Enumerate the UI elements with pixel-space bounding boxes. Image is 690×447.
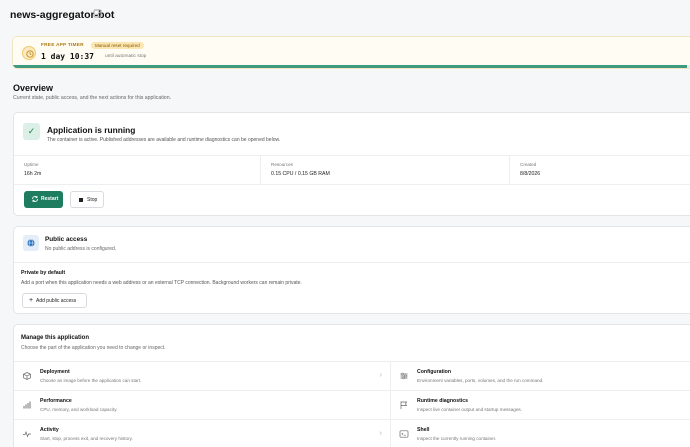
- timer-value: 1 day 10:37: [41, 52, 94, 61]
- private-title: Private by default: [21, 270, 66, 276]
- globe-icon: [23, 235, 39, 251]
- add-public-access-button[interactable]: + Add public access: [22, 293, 87, 308]
- stop-label: Stop: [87, 197, 98, 203]
- manage-item-title: Deployment: [40, 369, 70, 375]
- metric-value: 0.15 CPU / 0.15 GB RAM: [271, 171, 330, 177]
- activity-icon: [23, 430, 31, 438]
- manage-item-performance[interactable]: Performance CPU, memory, and workload ca…: [14, 391, 390, 420]
- status-card: ✓ Application is running The container i…: [13, 112, 690, 216]
- restart-icon: [32, 196, 38, 202]
- metric-created: Created 8/8/2026: [510, 156, 690, 184]
- clock-icon: [22, 46, 36, 60]
- chevron-right-icon: ›: [379, 372, 382, 379]
- timer-suffix: until automatic stop: [105, 54, 147, 59]
- manage-item-shell[interactable]: Shell Inspect the currently running cont…: [391, 420, 690, 447]
- free-app-timer-card: FREE APP TIMER Manual reset required 1 d…: [12, 36, 690, 69]
- terminal-icon: [399, 430, 409, 438]
- manual-reset-badge: Manual reset required: [91, 42, 144, 49]
- manage-item-activity[interactable]: Activity Start, stop, process exit, and …: [14, 420, 390, 447]
- metric-uptime: Uptime 16h 2m: [14, 156, 261, 184]
- sliders-icon: [400, 372, 408, 380]
- manage-item-desc: Environment variables, ports, volumes, a…: [417, 378, 544, 383]
- timer-progress-fill: [13, 65, 688, 68]
- manage-item-runtime-diagnostics[interactable]: Runtime diagnostics Inspect live contain…: [391, 391, 690, 420]
- manage-item-configuration[interactable]: Configuration Environment variables, por…: [391, 362, 690, 391]
- private-description: Add a port when this application needs a…: [21, 280, 302, 286]
- bar-chart-icon: [23, 401, 31, 409]
- status-description: The container is active. Published addre…: [47, 137, 281, 143]
- manage-title: Manage this application: [21, 335, 90, 341]
- overview-subtitle: Current state, public access, and the ne…: [13, 95, 172, 101]
- manage-subtitle: Choose the part of the application you n…: [21, 345, 166, 351]
- manage-item-desc: Inspect live container output and startu…: [417, 407, 522, 412]
- metric-label: Resources: [271, 162, 293, 167]
- metric-resources: Resources 0.15 CPU / 0.15 GB RAM: [261, 156, 510, 184]
- status-title: Application is running: [47, 125, 136, 135]
- timer-progress-bar: [13, 65, 690, 68]
- plus-icon: +: [29, 297, 34, 304]
- flag-icon: [400, 401, 408, 409]
- add-public-access-label: Add public access: [36, 298, 77, 304]
- manage-item-title: Configuration: [417, 369, 451, 375]
- metric-value: 16h 2m: [24, 171, 42, 177]
- restart-label: Restart: [41, 196, 59, 202]
- timer-label: FREE APP TIMER: [41, 43, 84, 48]
- manage-item-desc: Choose an image before the application c…: [40, 378, 142, 383]
- box-icon: [23, 372, 31, 380]
- manage-card: Manage this application Choose the part …: [13, 324, 690, 447]
- public-access-title: Public access: [45, 236, 88, 243]
- manage-item-desc: Start, stop, process exit, and recovery …: [40, 436, 133, 441]
- manage-item-title: Activity: [40, 427, 59, 433]
- manage-item-desc: CPU, memory, and workload capacity.: [40, 407, 118, 412]
- restart-button[interactable]: Restart: [24, 191, 63, 208]
- overview-title: Overview: [13, 83, 54, 93]
- metric-label: Created: [520, 162, 537, 167]
- manage-item-title: Performance: [40, 398, 72, 404]
- metrics-row: Uptime 16h 2m Resources 0.15 CPU / 0.15 …: [14, 155, 690, 185]
- manage-item-title: Shell: [417, 427, 430, 433]
- stop-button[interactable]: Stop: [70, 191, 104, 208]
- app-header: news-aggregator-bot: [0, 0, 690, 30]
- public-access-card: Public access No public address is confi…: [13, 226, 690, 314]
- metric-value: 8/8/2026: [520, 171, 541, 177]
- edit-icon[interactable]: [93, 9, 103, 19]
- manage-item-deployment[interactable]: Deployment Choose an image before the ap…: [14, 362, 390, 391]
- public-access-subtitle: No public address is configured.: [45, 246, 117, 252]
- chevron-right-icon: ›: [379, 430, 382, 437]
- divider: [14, 262, 690, 263]
- stop-icon: [79, 198, 83, 202]
- manage-item-title: Runtime diagnostics: [417, 398, 469, 404]
- check-icon: ✓: [23, 123, 40, 140]
- manage-item-desc: Inspect the currently running container.: [417, 436, 497, 441]
- metric-label: Uptime: [24, 162, 39, 167]
